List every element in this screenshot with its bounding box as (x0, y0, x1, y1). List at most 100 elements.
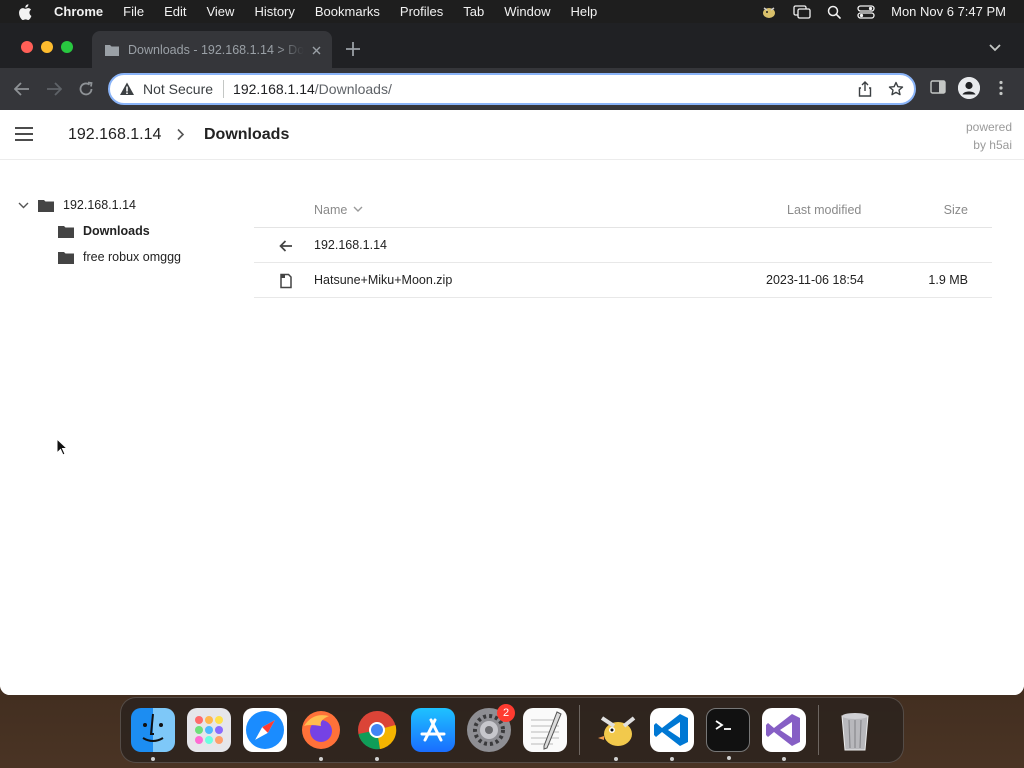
safari-icon[interactable] (243, 708, 287, 752)
tab-close-icon[interactable] (308, 42, 324, 58)
tree-item-downloads[interactable]: Downloads (18, 218, 238, 244)
trash-icon[interactable] (833, 708, 877, 752)
menu-profiles[interactable]: Profiles (400, 4, 443, 19)
url-host: 192.168.1.14 (233, 81, 315, 97)
sort-chevron-icon (353, 206, 363, 212)
menu-view[interactable]: View (206, 4, 234, 19)
menu-edit[interactable]: Edit (164, 4, 186, 19)
tab-search-chevron-icon[interactable] (988, 43, 1002, 53)
running-indicator (151, 757, 155, 761)
running-indicator (782, 757, 786, 761)
chrome-menu-icon[interactable] (998, 80, 1004, 96)
caret-down-icon[interactable] (18, 202, 32, 209)
menu-app-name[interactable]: Chrome (54, 4, 103, 19)
address-bar[interactable]: Not Secure 192.168.1.14/Downloads/ (108, 73, 916, 105)
menu-window[interactable]: Window (504, 4, 550, 19)
file-modified: 2023-11-06 18:54 (766, 273, 864, 287)
url-text[interactable]: 192.168.1.14/Downloads/ (233, 81, 392, 97)
control-center-icon[interactable] (857, 4, 875, 19)
tree-item-free-robux[interactable]: free robux omggg (18, 244, 238, 270)
apple-icon[interactable] (18, 3, 38, 20)
tree-root[interactable]: 192.168.1.14 (18, 192, 238, 218)
spotlight-search-icon[interactable] (827, 5, 841, 19)
page-header: 192.168.1.14 Downloads powered by h5ai (0, 110, 1024, 160)
cyberduck-status-icon[interactable] (761, 5, 777, 19)
terminal-icon[interactable] (706, 708, 750, 760)
breadcrumb-current[interactable]: Downloads (204, 126, 289, 144)
folder-tree: 192.168.1.14 Downloads free robux omggg (18, 192, 238, 270)
file-icon (280, 273, 292, 289)
sort-by-name[interactable]: Name (314, 203, 363, 217)
back-arrow-icon (279, 240, 292, 252)
profile-avatar-icon[interactable] (958, 77, 980, 99)
breadcrumb-root[interactable]: 192.168.1.14 (68, 126, 161, 144)
not-secure-warning-icon[interactable] (119, 81, 135, 97)
back-arrow-icon[interactable] (12, 79, 32, 99)
share-icon[interactable] (858, 81, 872, 97)
macos-dock: 2 (120, 697, 904, 763)
notification-badge: 2 (497, 704, 515, 722)
menu-help[interactable]: Help (571, 4, 598, 19)
folder-icon (38, 199, 54, 212)
omnibox-separator (223, 80, 225, 98)
menubar-clock[interactable]: Mon Nov 6 7:47 PM (891, 4, 1006, 19)
h5ai-page: 192.168.1.14 Downloads powered by h5ai 1… (0, 110, 1024, 695)
finder-icon[interactable] (131, 708, 175, 761)
folder-favicon-icon (105, 44, 119, 56)
fullscreen-window-button[interactable] (61, 41, 73, 53)
close-window-button[interactable] (21, 41, 33, 53)
sort-by-modified[interactable]: Last modified (787, 203, 861, 217)
parent-folder-row[interactable]: 192.168.1.14 (254, 228, 992, 263)
folder-icon (58, 251, 74, 264)
macos-menu-bar: Chrome File Edit View History Bookmarks … (0, 0, 1024, 23)
file-listing: Name Last modified Size 192.168.1.14 Hat… (254, 192, 992, 298)
powered-by-h5ai[interactable]: powered by h5ai (966, 118, 1012, 154)
file-size: 1.9 MB (928, 273, 968, 287)
dock-divider (579, 705, 580, 755)
menu-history[interactable]: History (254, 4, 294, 19)
screen-mirroring-icon[interactable] (793, 4, 811, 19)
listing-header: Name Last modified Size (254, 192, 992, 228)
menu-bookmarks[interactable]: Bookmarks (315, 4, 380, 19)
forward-arrow-icon[interactable] (44, 79, 64, 99)
minimize-window-button[interactable] (41, 41, 53, 53)
chrome-icon[interactable] (355, 708, 399, 761)
textedit-icon[interactable] (523, 708, 567, 752)
active-tab[interactable]: Downloads - 192.168.1.14 > Downloads (92, 31, 332, 68)
breadcrumb-chevron-icon (177, 128, 185, 141)
app-store-icon[interactable] (411, 708, 455, 752)
visual-studio-icon[interactable] (762, 708, 806, 761)
cyberduck-icon[interactable] (594, 708, 638, 761)
hamburger-menu-icon[interactable] (15, 127, 33, 141)
vscode-icon[interactable] (650, 708, 694, 761)
new-tab-plus-icon[interactable] (344, 40, 362, 58)
folder-icon (58, 225, 74, 238)
powered-line-1: powered (965, 120, 1012, 134)
tab-strip: Downloads - 192.168.1.14 > Downloads (0, 23, 1024, 68)
firefox-icon[interactable] (299, 708, 343, 761)
window-controls (21, 41, 73, 53)
sort-by-size[interactable]: Size (944, 203, 968, 217)
security-label[interactable]: Not Secure (143, 81, 213, 97)
tree-item-label: Downloads (83, 224, 150, 238)
tab-title: Downloads - 192.168.1.14 > Downloads (128, 42, 304, 57)
bookmark-star-icon[interactable] (888, 81, 904, 97)
running-indicator (614, 757, 618, 761)
file-row[interactable]: Hatsune+Miku+Moon.zip 2023-11-06 18:54 1… (254, 263, 992, 298)
running-indicator (670, 757, 674, 761)
launchpad-icon[interactable] (187, 708, 231, 752)
reload-icon[interactable] (76, 79, 96, 99)
system-settings-icon[interactable]: 2 (467, 704, 515, 752)
url-path: /Downloads/ (314, 81, 392, 97)
chrome-window: Downloads - 192.168.1.14 > Downloads Not… (0, 23, 1024, 695)
powered-line-2: by h5ai (973, 138, 1012, 152)
menu-tab[interactable]: Tab (463, 4, 484, 19)
file-name: Hatsune+Miku+Moon.zip (314, 273, 453, 287)
tree-root-label: 192.168.1.14 (63, 198, 136, 212)
browser-toolbar: Not Secure 192.168.1.14/Downloads/ (0, 68, 1024, 110)
running-indicator (375, 757, 379, 761)
tree-item-label: free robux omggg (83, 250, 181, 264)
side-panel-icon[interactable] (930, 80, 946, 94)
menu-file[interactable]: File (123, 4, 144, 19)
mouse-pointer-icon (56, 438, 68, 456)
